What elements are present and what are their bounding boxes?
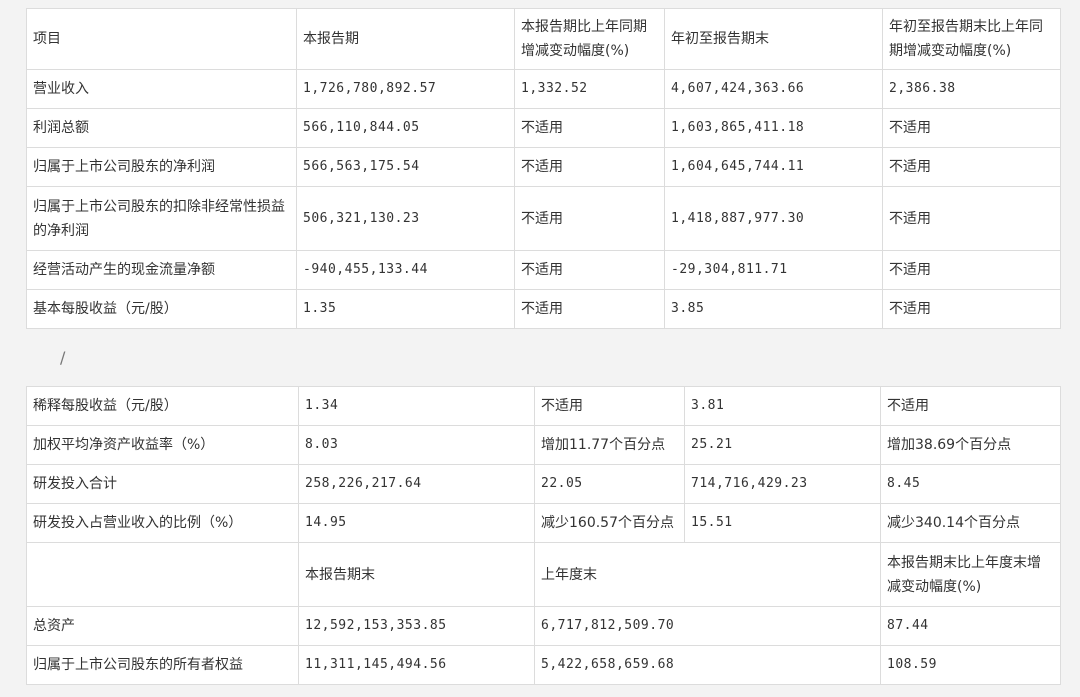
row-label: 营业收入 <box>26 69 297 109</box>
cell-value: 14.95 <box>298 503 535 543</box>
cell-value: 3.85 <box>664 289 883 329</box>
cell-value: 1,418,887,977.30 <box>664 186 883 251</box>
cell-value: -29,304,811.71 <box>664 250 883 290</box>
financial-table-continued: 稀释每股收益（元/股） 1.34 不适用 3.81 不适用 加权平均净资产收益率… <box>26 386 1061 685</box>
cell-value: 不适用 <box>534 386 685 426</box>
table-row: 加权平均净资产收益率（%） 8.03 增加11.77个百分点 25.21 增加3… <box>26 425 1061 465</box>
cell-value: 15.51 <box>684 503 881 543</box>
cell-value: 12,592,153,353.85 <box>298 606 535 646</box>
header-cell-current-change: 本报告期比上年同期增减变动幅度(%) <box>514 8 665 70</box>
table-row: 经营活动产生的现金流量净额 -940,455,133.44 不适用 -29,30… <box>26 250 1061 290</box>
table-row: 营业收入 1,726,780,892.57 1,332.52 4,607,424… <box>26 69 1061 109</box>
cell-value: 不适用 <box>882 147 1061 187</box>
cell-value: 不适用 <box>880 386 1061 426</box>
table-row: 归属于上市公司股东的所有者权益 11,311,145,494.56 5,422,… <box>26 645 1061 685</box>
row-label: 研发投入占营业收入的比例（%） <box>26 503 299 543</box>
row-label: 总资产 <box>26 606 299 646</box>
row-label: 利润总额 <box>26 108 297 148</box>
row-label: 归属于上市公司股东的扣除非经常性损益的净利润 <box>26 186 297 251</box>
cell-value: 不适用 <box>882 108 1061 148</box>
table-row: 研发投入占营业收入的比例（%） 14.95 减少160.57个百分点 15.51… <box>26 503 1061 543</box>
cell-value: 5,422,658,659.68 <box>534 645 881 685</box>
cell-value: 1,332.52 <box>514 69 665 109</box>
cell-value: 108.59 <box>880 645 1061 685</box>
cell-value: 不适用 <box>514 186 665 251</box>
table-header-row: 项目 本报告期 本报告期比上年同期增减变动幅度(%) 年初至报告期末 年初至报告… <box>26 8 1061 70</box>
row-label: 归属于上市公司股东的净利润 <box>26 147 297 187</box>
cell-value: 不适用 <box>514 250 665 290</box>
cell-value: 2,386.38 <box>882 69 1061 109</box>
cell-value: 不适用 <box>882 250 1061 290</box>
cell-value: 3.81 <box>684 386 881 426</box>
cell-value: 566,110,844.05 <box>296 108 515 148</box>
cell-value: 不适用 <box>882 186 1061 251</box>
cell-value: 1,726,780,892.57 <box>296 69 515 109</box>
table-row: 归属于上市公司股东的扣除非经常性损益的净利润 506,321,130.23 不适… <box>26 186 1061 251</box>
cell-value: 增加11.77个百分点 <box>534 425 685 465</box>
table-subheader-row: 本报告期末 上年度末 本报告期末比上年度末增减变动幅度(%) <box>26 542 1061 607</box>
cell-value: 87.44 <box>880 606 1061 646</box>
subheader-cell-blank <box>26 542 299 607</box>
table-row: 稀释每股收益（元/股） 1.34 不适用 3.81 不适用 <box>26 386 1061 426</box>
cell-value: 1,603,865,411.18 <box>664 108 883 148</box>
cell-value: 714,716,429.23 <box>684 464 881 504</box>
cell-value: 1,604,645,744.11 <box>664 147 883 187</box>
subheader-cell-prior-year-end: 上年度末 <box>534 542 881 607</box>
subheader-cell-period-end: 本报告期末 <box>298 542 535 607</box>
row-label: 基本每股收益（元/股） <box>26 289 297 329</box>
cell-value: 不适用 <box>514 108 665 148</box>
header-cell-ytd-change: 年初至报告期末比上年同期增减变动幅度(%) <box>882 8 1061 70</box>
row-label: 归属于上市公司股东的所有者权益 <box>26 645 299 685</box>
table-row: 总资产 12,592,153,353.85 6,717,812,509.70 8… <box>26 606 1061 646</box>
financial-table-current: 项目 本报告期 本报告期比上年同期增减变动幅度(%) 年初至报告期末 年初至报告… <box>26 8 1061 329</box>
cell-value: 1.34 <box>298 386 535 426</box>
header-cell-ytd: 年初至报告期末 <box>664 8 883 70</box>
row-label: 研发投入合计 <box>26 464 299 504</box>
table-row: 研发投入合计 258,226,217.64 22.05 714,716,429.… <box>26 464 1061 504</box>
row-label: 经营活动产生的现金流量净额 <box>26 250 297 290</box>
cell-value: 4,607,424,363.66 <box>664 69 883 109</box>
cell-value: 506,321,130.23 <box>296 186 515 251</box>
cell-value: 22.05 <box>534 464 685 504</box>
cell-value: -940,455,133.44 <box>296 250 515 290</box>
row-label: 加权平均净资产收益率（%） <box>26 425 299 465</box>
page-separator: / <box>60 348 66 367</box>
subheader-cell-change: 本报告期末比上年度末增减变动幅度(%) <box>880 542 1061 607</box>
cell-value: 25.21 <box>684 425 881 465</box>
table-row: 基本每股收益（元/股） 1.35 不适用 3.85 不适用 <box>26 289 1061 329</box>
cell-value: 不适用 <box>514 289 665 329</box>
cell-value: 1.35 <box>296 289 515 329</box>
cell-value: 11,311,145,494.56 <box>298 645 535 685</box>
table-row: 利润总额 566,110,844.05 不适用 1,603,865,411.18… <box>26 108 1061 148</box>
cell-value: 增加38.69个百分点 <box>880 425 1061 465</box>
cell-value: 8.03 <box>298 425 535 465</box>
header-cell-current-period: 本报告期 <box>296 8 515 70</box>
cell-value: 不适用 <box>514 147 665 187</box>
cell-value: 8.45 <box>880 464 1061 504</box>
table-row: 归属于上市公司股东的净利润 566,563,175.54 不适用 1,604,6… <box>26 147 1061 187</box>
row-label: 稀释每股收益（元/股） <box>26 386 299 426</box>
cell-value: 258,226,217.64 <box>298 464 535 504</box>
cell-value: 减少340.14个百分点 <box>880 503 1061 543</box>
cell-value: 566,563,175.54 <box>296 147 515 187</box>
cell-value: 减少160.57个百分点 <box>534 503 685 543</box>
cell-value: 6,717,812,509.70 <box>534 606 881 646</box>
cell-value: 不适用 <box>882 289 1061 329</box>
header-cell-item: 项目 <box>26 8 297 70</box>
